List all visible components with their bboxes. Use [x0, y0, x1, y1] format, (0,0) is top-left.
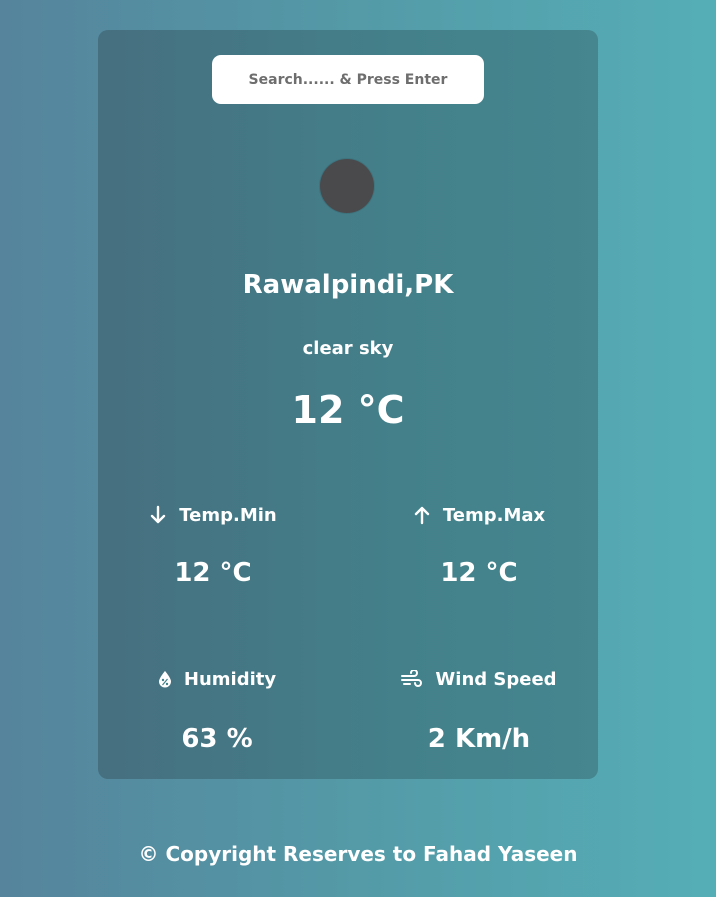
wind-speed-label: Wind Speed	[435, 668, 557, 690]
droplet-percent-icon	[158, 670, 172, 688]
current-temperature: 12 °C	[291, 388, 405, 432]
temp-min-stat: Temp.Min 12 °C	[88, 502, 338, 588]
temp-min-value: 12 °C	[174, 558, 252, 588]
weather-card: Rawalpindi,PK clear sky 12 °C Temp.Min 1…	[98, 30, 598, 779]
humidity-stat: Humidity 63 %	[92, 666, 342, 754]
wind-speed-value: 2 Km/h	[427, 724, 531, 754]
copyright-footer: © Copyright Reserves to Fahad Yaseen	[138, 842, 578, 866]
wind-speed-stat: Wind Speed 2 Km/h	[354, 666, 604, 754]
temp-min-label: Temp.Min	[179, 504, 277, 526]
arrow-down-icon	[149, 505, 167, 525]
search-input[interactable]	[226, 70, 470, 89]
humidity-label: Humidity	[183, 668, 277, 690]
arrow-up-icon	[413, 505, 431, 525]
temp-max-stat: Temp.Max 12 °C	[354, 502, 604, 588]
search-box[interactable]	[212, 55, 484, 104]
weather-condition-icon	[320, 159, 374, 213]
wind-icon	[401, 670, 423, 688]
temp-max-label: Temp.Max	[442, 504, 546, 526]
temp-max-value: 12 °C	[440, 558, 518, 588]
humidity-value: 63 %	[181, 724, 253, 754]
city-name: Rawalpindi,PK	[242, 270, 454, 300]
weather-description: clear sky	[302, 338, 394, 359]
